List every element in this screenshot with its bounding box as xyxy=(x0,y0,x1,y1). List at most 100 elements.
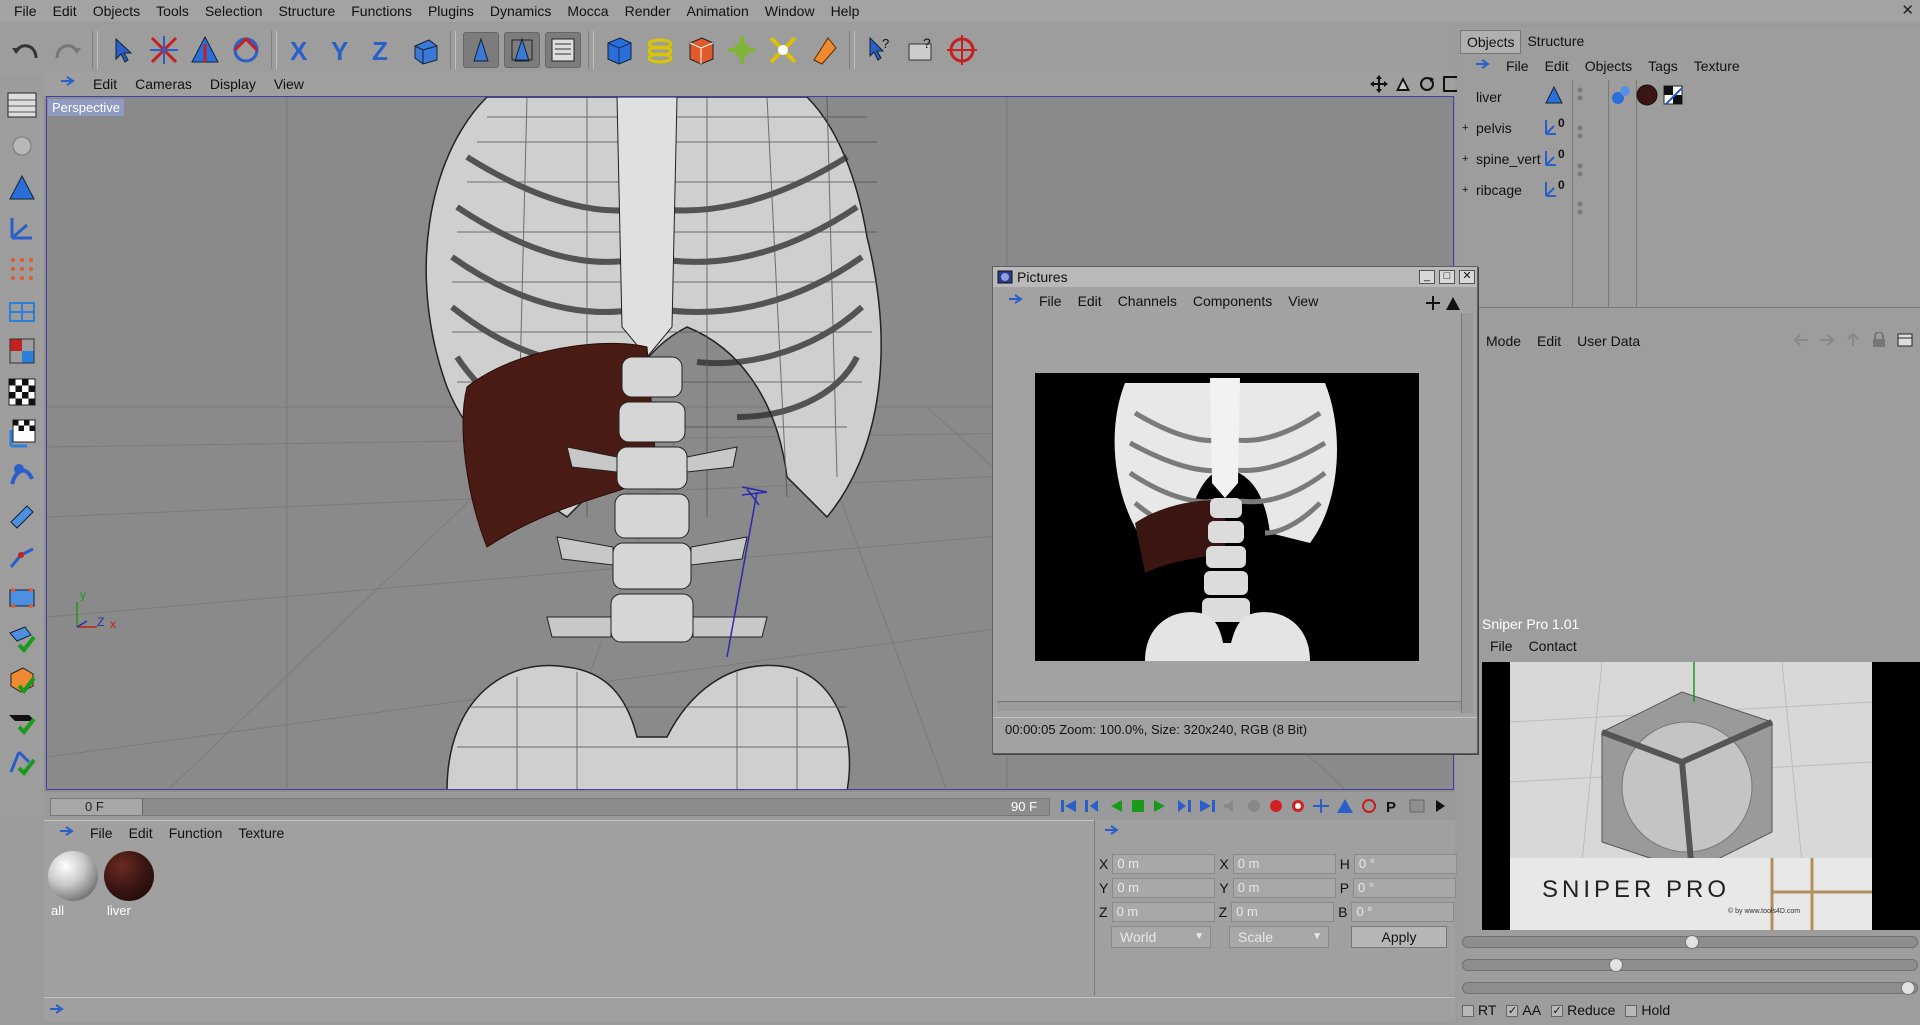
menu-tools[interactable]: Tools xyxy=(148,0,197,22)
pan-icon[interactable] xyxy=(1425,295,1441,311)
texture-mode-icon[interactable] xyxy=(545,32,581,68)
material-menu-file[interactable]: File xyxy=(82,825,121,841)
go-to-end-icon[interactable] xyxy=(1198,798,1216,814)
x-axis-lock-icon[interactable]: X xyxy=(284,32,320,68)
maximize-icon[interactable]: □ xyxy=(1439,270,1455,284)
menu-window[interactable]: Window xyxy=(757,0,823,22)
use-model-tool-icon[interactable] xyxy=(4,127,40,165)
visibility-dot-icon[interactable] xyxy=(1576,86,1584,102)
solo-check-icon[interactable] xyxy=(4,701,40,739)
object-axis-icon[interactable] xyxy=(4,209,40,247)
rotation-b-field[interactable]: 0 ° xyxy=(1351,902,1455,922)
menu-objects[interactable]: Objects xyxy=(85,0,148,22)
tab-objects[interactable]: Objects xyxy=(1460,30,1522,54)
keyframe-rotation-icon[interactable] xyxy=(1360,798,1378,814)
size-x-field[interactable]: 0 m xyxy=(1232,854,1336,874)
sniper-menu-contact[interactable]: Contact xyxy=(1521,638,1585,654)
position-z-field[interactable]: 0 m xyxy=(1111,902,1215,922)
visibility-dot-icon[interactable] xyxy=(1576,124,1584,140)
sniper-slider-3[interactable] xyxy=(1462,981,1918,995)
keyframe-scale-icon[interactable] xyxy=(1336,798,1354,814)
render-region-check-icon[interactable] xyxy=(4,660,40,698)
object-mode-icon[interactable] xyxy=(504,32,540,68)
pictures-menu-file[interactable]: File xyxy=(1031,293,1070,309)
spline-icon[interactable] xyxy=(642,32,678,68)
play-backward-icon[interactable] xyxy=(1108,798,1124,814)
orbit-icon[interactable] xyxy=(1418,75,1436,93)
y-axis-lock-icon[interactable]: Y xyxy=(325,32,361,68)
menu-plugins[interactable]: Plugins xyxy=(420,0,482,22)
lock-icon[interactable] xyxy=(1870,332,1888,348)
go-to-start-icon[interactable] xyxy=(1060,798,1078,814)
menu-animation[interactable]: Animation xyxy=(679,0,757,22)
viewport-pin-icon[interactable] xyxy=(50,72,84,96)
play-forward-icon[interactable] xyxy=(1152,798,1168,814)
menu-render[interactable]: Render xyxy=(617,0,679,22)
sound-icon[interactable] xyxy=(1222,798,1240,814)
object-menu-tags[interactable]: Tags xyxy=(1640,58,1686,74)
keyframe-position-icon[interactable] xyxy=(1312,798,1330,814)
material-menu-texture[interactable]: Texture xyxy=(230,825,292,841)
close-app-icon[interactable]: ✕ xyxy=(1901,0,1914,22)
scene-object-icon[interactable] xyxy=(806,32,842,68)
expand-icon[interactable]: + xyxy=(1462,153,1476,165)
sniper-menu-file[interactable]: File xyxy=(1482,638,1521,654)
option-rt[interactable]: RT xyxy=(1462,1002,1496,1018)
polygons-mode-icon[interactable] xyxy=(4,332,40,370)
model-mode-icon[interactable] xyxy=(463,32,499,68)
animation-mode-icon[interactable] xyxy=(4,496,40,534)
viewport-menu-view[interactable]: View xyxy=(265,72,313,96)
rt-checkbox[interactable] xyxy=(1462,1005,1474,1018)
size-y-field[interactable]: 0 m xyxy=(1232,878,1336,898)
coordinate-system-icon[interactable] xyxy=(407,32,443,68)
menu-structure[interactable]: Structure xyxy=(270,0,343,22)
texture-checker-icon[interactable] xyxy=(4,373,40,411)
attribute-menu-user-data[interactable]: User Data xyxy=(1569,333,1648,349)
option-reduce[interactable]: ✓ Reduce xyxy=(1551,1002,1615,1018)
enable-axis-check-icon[interactable] xyxy=(4,619,40,657)
new-manager-icon[interactable] xyxy=(1896,332,1914,348)
object-axis-tool-icon[interactable] xyxy=(4,455,40,493)
timeline-menu-icon[interactable] xyxy=(1432,798,1448,814)
menu-mocca[interactable]: Mocca xyxy=(559,0,616,22)
menu-help[interactable]: Help xyxy=(823,0,868,22)
expand-icon[interactable]: + xyxy=(1462,184,1476,196)
attribute-menu-edit[interactable]: Edit xyxy=(1529,333,1569,349)
texture-tag-icon[interactable] xyxy=(1662,84,1684,106)
timeline[interactable]: 0 F 90 F P xyxy=(44,795,1455,819)
undo-icon[interactable] xyxy=(8,32,44,68)
rotation-h-field[interactable]: 0 ° xyxy=(1353,854,1457,874)
object-pin-icon[interactable] xyxy=(1466,58,1498,75)
rendered-picture[interactable] xyxy=(1035,373,1419,661)
material-menu-function[interactable]: Function xyxy=(161,825,231,841)
status-pin-icon[interactable] xyxy=(48,1003,64,1020)
record-key-icon[interactable] xyxy=(1268,798,1284,814)
pictures-title-bar[interactable]: Pictures _ □ ✕ xyxy=(993,267,1477,287)
slider-knob[interactable] xyxy=(1901,981,1915,995)
menu-functions[interactable]: Functions xyxy=(343,0,420,22)
aa-checkbox[interactable]: ✓ xyxy=(1506,1005,1519,1018)
keyframe-pla-icon[interactable] xyxy=(1408,798,1426,814)
rotate-tool-icon[interactable] xyxy=(228,32,264,68)
zoom-icon[interactable] xyxy=(1445,295,1461,311)
object-row-liver[interactable]: liver xyxy=(1462,84,1582,110)
position-x-field[interactable]: 0 m xyxy=(1112,854,1216,874)
object-menu-objects[interactable]: Objects xyxy=(1577,58,1640,74)
scale-tool-icon[interactable] xyxy=(187,32,223,68)
viewport-menu-cameras[interactable]: Cameras xyxy=(126,72,201,96)
size-z-field[interactable]: 0 m xyxy=(1231,902,1335,922)
next-key-icon[interactable] xyxy=(1174,798,1192,814)
option-hold[interactable]: Hold xyxy=(1625,1002,1670,1018)
stop-icon[interactable] xyxy=(1130,798,1146,814)
sniper-target-icon[interactable] xyxy=(944,32,980,68)
close-icon[interactable]: ✕ xyxy=(1459,270,1475,284)
zoom-icon[interactable] xyxy=(1394,75,1412,93)
context-help-icon[interactable]: ? xyxy=(903,32,939,68)
object-menu-texture[interactable]: Texture xyxy=(1686,58,1748,74)
material-swatch-all[interactable]: all xyxy=(48,851,100,921)
pictures-menu-components[interactable]: Components xyxy=(1185,293,1280,309)
pictures-horizontal-scrollbar[interactable] xyxy=(997,701,1461,711)
material-pin-icon[interactable] xyxy=(50,825,82,842)
phong-tag-icon[interactable] xyxy=(1610,84,1632,106)
forward-arrow-icon[interactable] xyxy=(1818,332,1836,348)
